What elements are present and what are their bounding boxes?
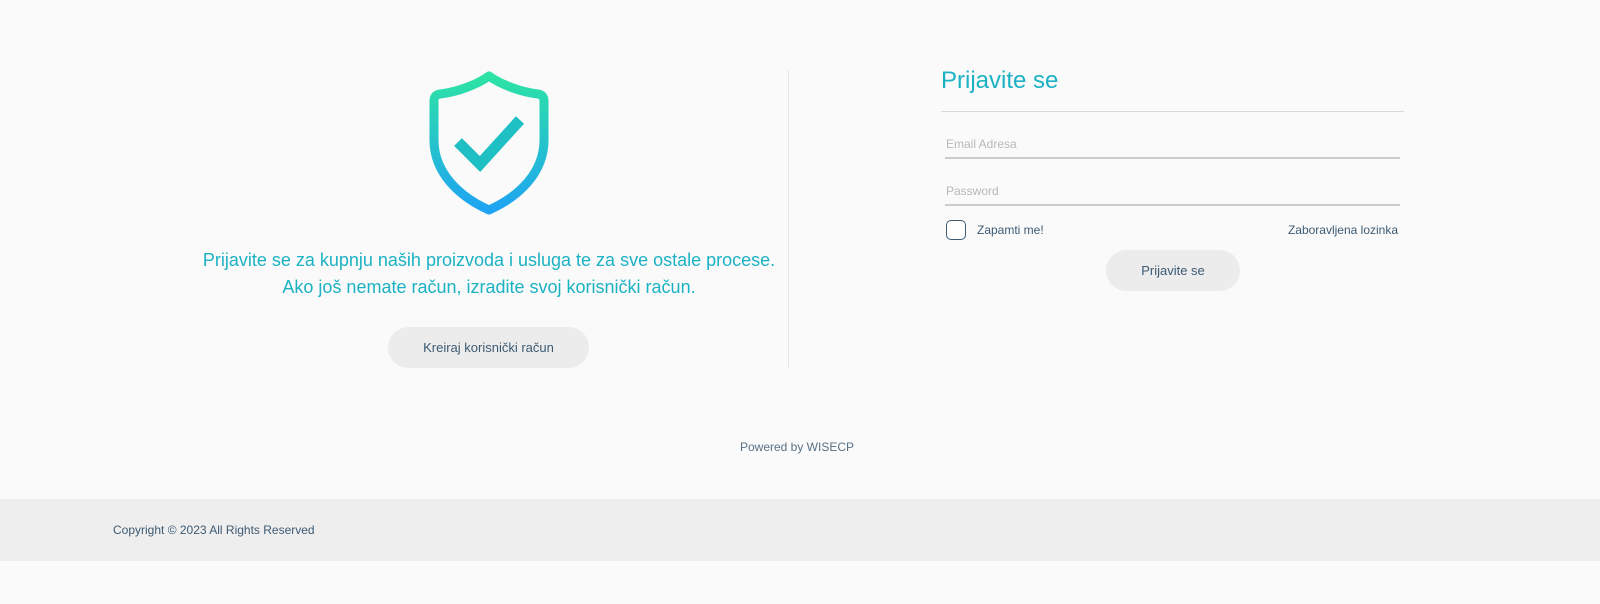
email-field[interactable] bbox=[945, 131, 1400, 159]
footer: Copyright © 2023 All Rights Reserved bbox=[0, 499, 1600, 561]
remember-me-label[interactable]: Zapamti me! bbox=[977, 222, 1044, 238]
title-divider bbox=[941, 111, 1404, 112]
powered-by-prefix: Powered by bbox=[739, 440, 807, 454]
login-form: Prijavite se Zapamti me! Zaboravljena lo… bbox=[941, 0, 1404, 300]
create-account-button[interactable]: Kreiraj korisnički račun bbox=[388, 327, 589, 368]
column-divider bbox=[788, 70, 789, 368]
intro-panel: Prijavite se za kupnju naših proizvoda i… bbox=[0, 0, 788, 370]
forgot-password-link[interactable]: Zaboravljena lozinka bbox=[1288, 222, 1398, 238]
login-title: Prijavite se bbox=[941, 67, 1059, 94]
password-field[interactable] bbox=[945, 178, 1400, 206]
login-button[interactable]: Prijavite se bbox=[1106, 250, 1240, 291]
remember-me-checkbox[interactable] bbox=[946, 220, 966, 240]
login-page: Prijavite se za kupnju naših proizvoda i… bbox=[0, 0, 1600, 604]
powered-by-link[interactable]: WISECP bbox=[807, 440, 854, 454]
powered-by: Powered by WISECP bbox=[0, 439, 1594, 455]
intro-text: Prijavite se za kupnju naših proizvoda i… bbox=[202, 250, 776, 297]
copyright-text: Copyright © 2023 All Rights Reserved bbox=[113, 523, 315, 537]
shield-check-icon bbox=[428, 70, 550, 216]
